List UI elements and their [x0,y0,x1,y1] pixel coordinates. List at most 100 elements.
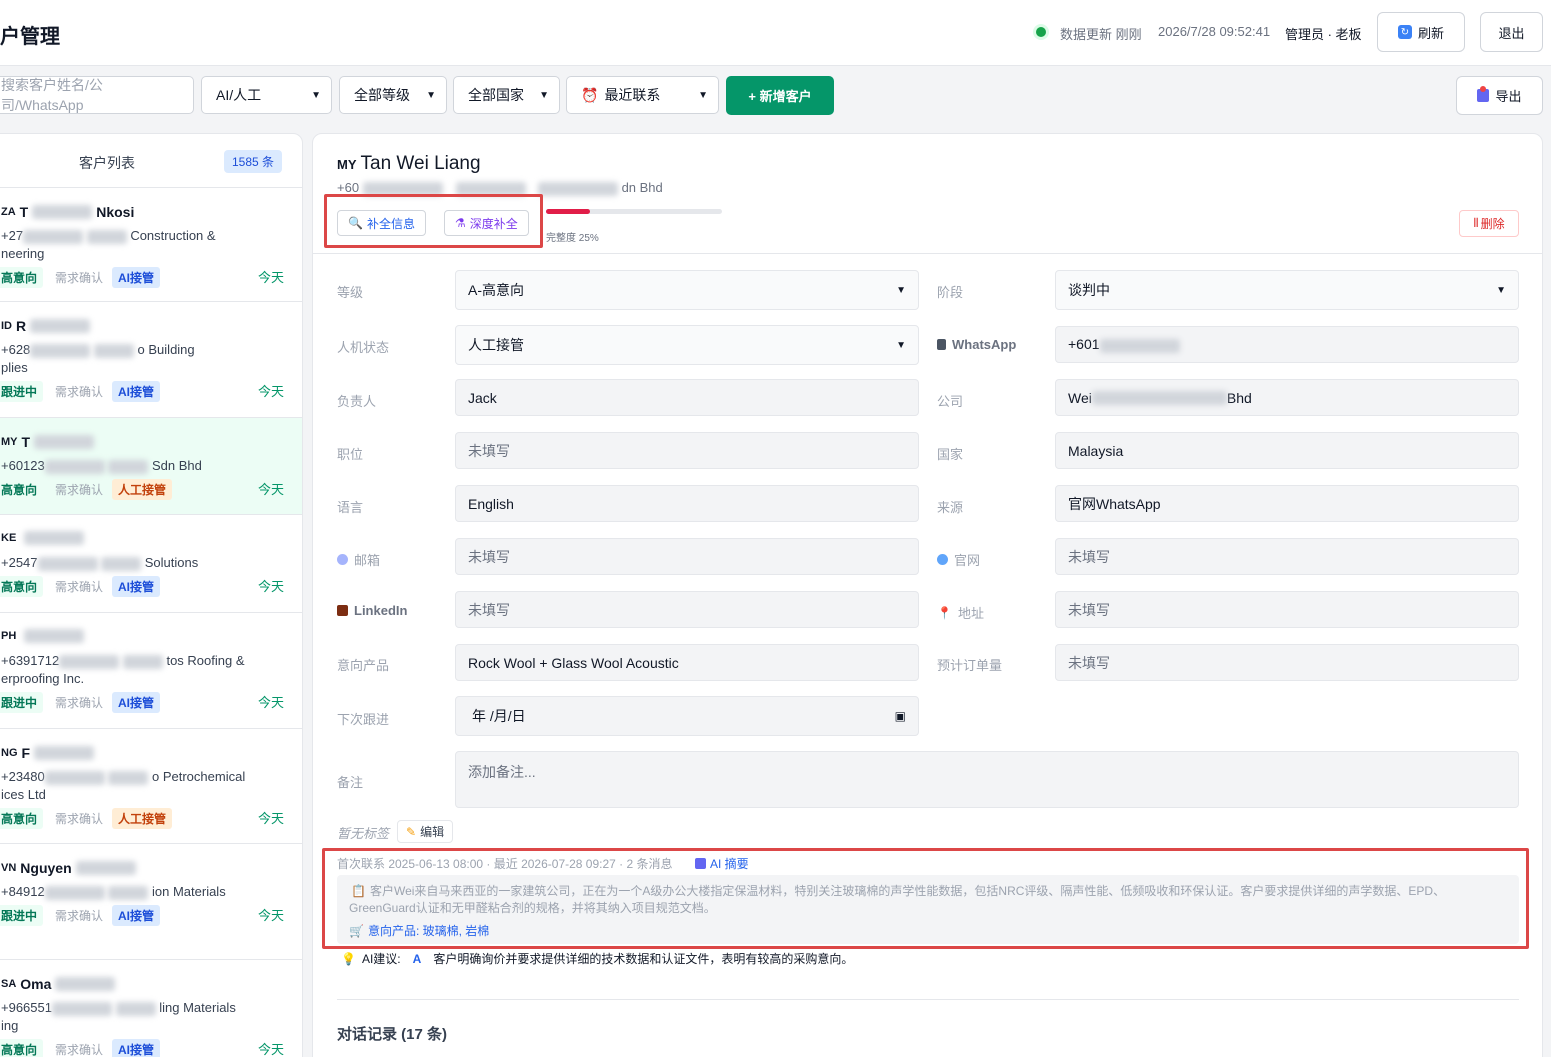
mode-select[interactable]: 人工接管 ▼ [455,325,919,365]
blurred-phone [23,229,84,244]
order-field[interactable]: 未填写 [1055,644,1519,681]
blurred-name [30,319,91,333]
blurred-phone [44,885,105,900]
need-badge: 需求确认 [55,271,104,285]
need-badge: 需求确认 [55,580,104,594]
need-badge: 需求确认 [55,812,104,826]
ai-grade: A [412,951,422,966]
country-code: KE [1,532,17,544]
address-field[interactable]: 未填写 [1055,591,1519,628]
add-customer-button[interactable]: + 新增客户 [726,76,834,115]
customer-row-name: VN Nguyen [1,860,140,876]
customer-list-panel: 客户列表 1585 条 ZA T Nkosi +27 Construction & ne… [0,133,303,1057]
customer-row[interactable]: VN Nguyen +84912 ion Materials 跟进中 需求确认 AI接管 今… [0,844,302,960]
stage-badge: 跟进中 [0,381,44,402]
blurred-company [537,181,618,196]
company-fragment: ling Materials [159,1000,236,1015]
customer-name: MY Tan Wei Liang [337,153,481,175]
delete-button[interactable]: ⦀ 删除 [1459,210,1519,237]
no-tags-text: 暂无标签 [337,826,390,841]
whatsapp-label: WhatsApp [937,337,1016,352]
blurred-company [101,556,142,571]
source-field[interactable]: 官网WhatsApp [1055,485,1519,522]
customer-name: F [21,745,31,761]
chevron-down-icon: ▼ [698,89,708,101]
phone-prefix: +628 [1,342,31,357]
stage-badge: 高意向 [0,267,44,288]
whatsapp-field[interactable]: +601 [1055,326,1519,363]
stage-value: 谈判中 [1068,282,1110,298]
customer-row-company: neering [1,246,45,261]
chevron-down-icon: ▼ [426,89,436,101]
company-fragment: ion Materials [152,884,226,899]
language-label: 语言 [337,500,364,515]
blurred-company [108,885,149,900]
position-field[interactable]: 未填写 [455,432,919,469]
linkedin-field[interactable]: 未填写 [455,591,919,628]
customer-row[interactable]: ID R +628 o Building plies 跟进中 需求确认 AI接管 今天 [0,302,302,418]
recent-contact-select[interactable]: ⏰ 最近联系 ▼ [566,76,719,114]
phone-prefix: +27 [1,228,24,243]
blurred-name [34,746,95,760]
mode-label: 人机状态 [337,340,390,355]
product-field[interactable]: Rock Wool + Glass Wool Acoustic [455,644,919,681]
company-field[interactable]: Wei Bhd [1055,379,1519,416]
level-select[interactable]: A-高意向 ▼ [455,270,919,310]
stage-select[interactable]: 谈判中 ▼ [1055,270,1519,310]
last-contact-time: 今天 [258,384,285,399]
customer-row-contact: +60123 Sdn Bhd [1,458,202,474]
level-select[interactable]: 全部等级 ▼ [339,76,447,114]
company-suffix: dn Bhd [621,180,663,195]
blurred-whatsapp [1099,338,1180,353]
level-value: 全部等级 [354,87,410,103]
memo-textarea[interactable]: 添加备注... [455,751,1519,808]
customer-row[interactable]: MY T +60123 Sdn Bhd 高意向 需求确认 人工接管 今天 [0,418,302,515]
customer-row[interactable]: KE +2547 Solutions 高意向 需求确认 AI接管 今天 [0,515,302,613]
next-followup-date[interactable]: 年 /月/日 ▣ [455,696,919,736]
refresh-button[interactable]: ↻ 刷新 [1377,12,1465,52]
pencil-icon: ✎ [406,824,417,839]
phone-prefix: +60123 [1,458,45,473]
blurred-company [93,343,134,358]
chevron-down-icon: ▼ [311,89,321,101]
blurred-company [108,770,149,785]
email-field[interactable]: 未填写 [455,538,919,575]
export-icon [1477,86,1490,102]
whatsapp-value-text: +601 [1068,336,1100,353]
country-code: MY [1,436,18,448]
customer-row[interactable]: SA Oma +966551 ling Materials ing 高意向 需求确认 AI接… [0,960,302,1057]
customer-row[interactable]: NG F +23480 o Petrochemical ices Ltd 高意向 需求确认… [0,729,302,844]
customer-row-name: NG F [1,745,98,761]
need-badge: 需求确认 [55,483,104,497]
need-badge: 需求确认 [55,696,104,710]
blurred-company [108,459,149,474]
language-field[interactable]: English [455,485,919,522]
search-input[interactable]: 搜索客户姓名/公司/WhatsApp [0,76,194,114]
customer-row[interactable]: PH +6391712 tos Roofing & erproofing Inc. 跟… [0,613,302,729]
edit-tags-button[interactable]: ✎ 编辑 [397,820,454,843]
customer-name: Oma [20,976,52,992]
country-code: ID [1,320,12,332]
logout-button[interactable]: 退出 [1480,12,1543,52]
ai-human-select[interactable]: AI/人工 ▼ [201,76,332,114]
page-title: 户管理 [0,26,60,48]
email-icon [337,554,348,565]
divider [337,999,1519,1000]
phone-prefix: +60 [337,180,360,195]
blurred-name [24,629,85,643]
blurred-company [115,1001,156,1016]
export-button[interactable]: 导出 [1456,76,1543,115]
company-value-b: Bhd [1226,389,1252,406]
customer-row-contact: +2547 Solutions [1,555,198,571]
completeness-fill [546,209,590,214]
customer-row[interactable]: ZA T Nkosi +27 Construction & neering 高意向 需求确认… [0,188,302,302]
company-fragment: o Petrochemical [152,769,246,784]
customer-row-contact: +84912 ion Materials [1,884,226,900]
blurred-phone [30,343,91,358]
website-field[interactable]: 未填写 [1055,538,1519,575]
owner-field[interactable]: Jack [455,379,919,416]
mode-badge: AI接管 [112,905,161,926]
country-select[interactable]: 全部国家 ▼ [453,76,560,114]
country-field[interactable]: Malaysia [1055,432,1519,469]
chat-history-title: 对话记录 (17 条) [337,1026,448,1043]
